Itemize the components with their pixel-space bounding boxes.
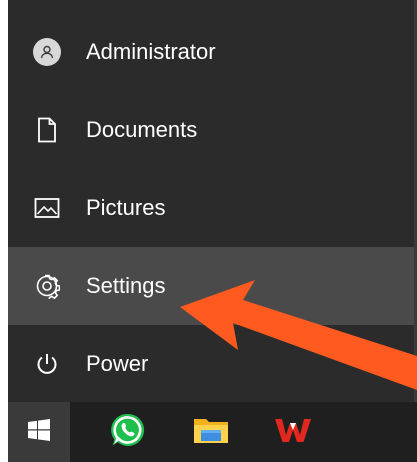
start-menu-label: Pictures: [86, 195, 166, 220]
user-avatar-icon: [32, 37, 62, 67]
start-menu-label: Power: [86, 351, 149, 376]
taskbar-app-wps-office[interactable]: [263, 402, 323, 462]
start-menu-item-settings[interactable]: Settings: [8, 247, 414, 325]
pictures-icon: [32, 193, 62, 223]
start-menu-item-administrator[interactable]: Administrator: [8, 13, 414, 91]
file-explorer-icon: [193, 415, 229, 450]
windows-start-icon: [28, 418, 50, 446]
start-menu-label: Settings: [86, 273, 166, 298]
taskbar-app-file-explorer[interactable]: [181, 402, 241, 462]
whatsapp-icon: [109, 411, 147, 454]
start-menu-item-pictures[interactable]: Pictures: [8, 169, 414, 247]
start-menu-label: Documents: [86, 117, 198, 142]
screenshot: Administrator Documents Pictures Setting…: [0, 0, 417, 462]
start-menu-label: Administrator: [86, 39, 216, 64]
document-icon: [32, 115, 62, 145]
start-menu-panel: Administrator Documents Pictures Setting…: [8, 0, 417, 402]
gear-icon: [32, 271, 62, 301]
start-menu-item-documents[interactable]: Documents: [8, 91, 414, 169]
taskbar: [8, 402, 417, 462]
start-menu-item-power[interactable]: Power: [8, 325, 414, 403]
taskbar-app-whatsapp[interactable]: [98, 402, 158, 462]
start-button[interactable]: [8, 402, 70, 462]
power-icon: [32, 349, 62, 379]
wps-office-icon: [274, 416, 312, 449]
